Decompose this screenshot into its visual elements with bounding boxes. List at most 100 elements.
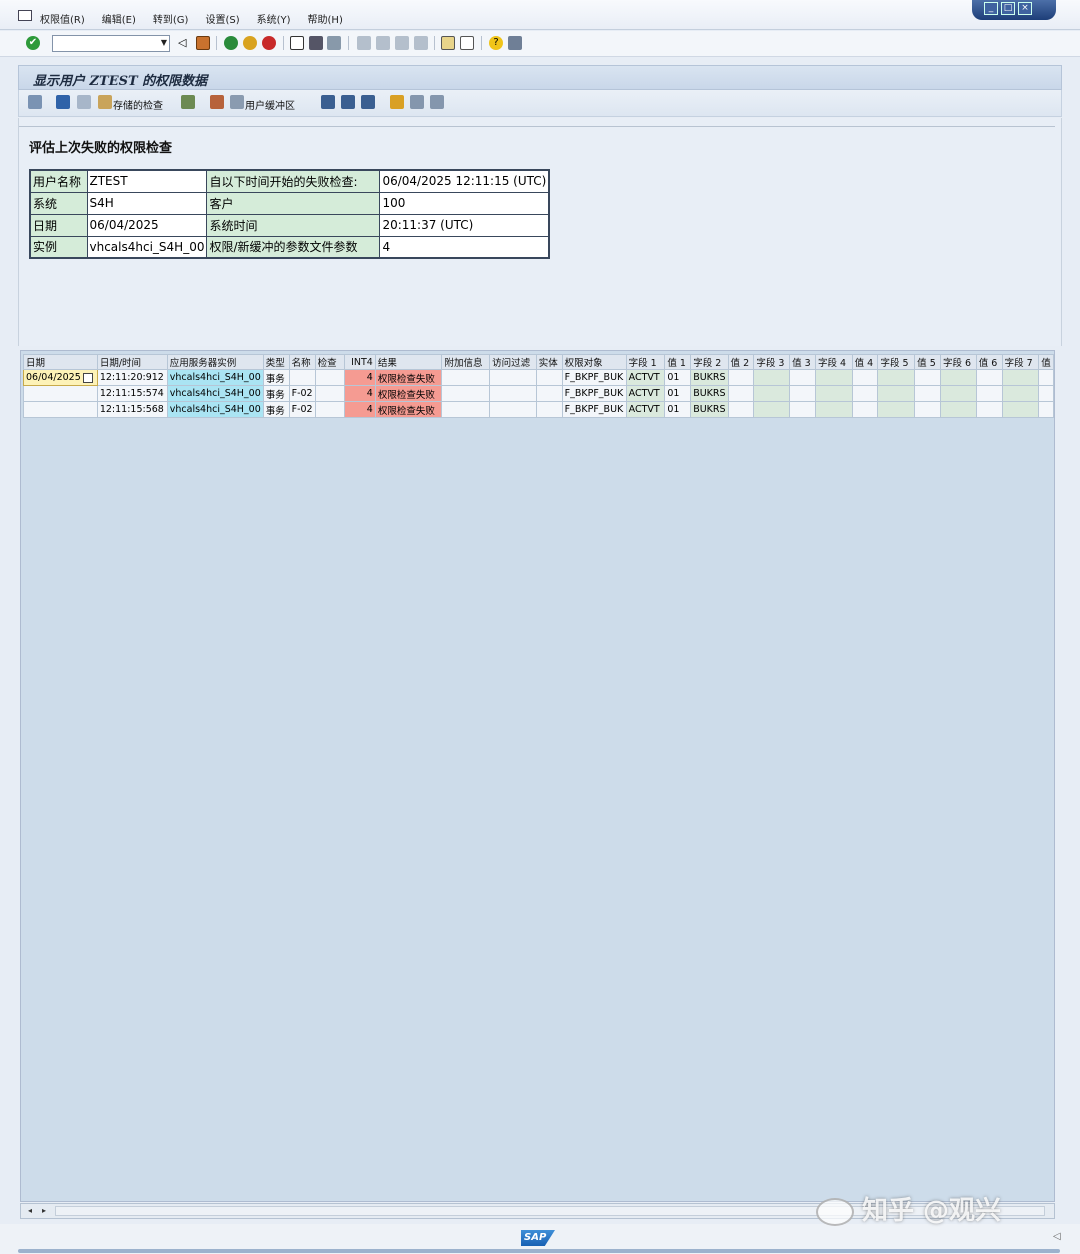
column-header[interactable]: 值 [1038,354,1054,370]
find-icon[interactable] [309,36,323,50]
field6-cell[interactable] [939,385,977,402]
column-header[interactable]: 值 4 [851,354,879,370]
user-buffer-button[interactable]: 用户缓冲区 [245,97,295,112]
field6-cell[interactable] [939,369,977,386]
close-window-button[interactable]: × [1018,2,1032,15]
int4-cell[interactable]: 4 [344,385,376,402]
chevron-down-icon[interactable]: ▼ [161,38,167,47]
filter-cell[interactable] [489,401,537,418]
column-header[interactable]: 字段 7 [1001,354,1040,370]
entity-cell[interactable] [535,385,563,402]
field2-cell[interactable]: BUKRS [690,385,729,402]
filter-icon[interactable] [341,95,355,109]
last-page-icon[interactable] [414,36,428,50]
column-header[interactable]: 检查 [314,354,346,370]
field5-cell[interactable] [877,401,916,418]
extra-cell[interactable] [441,369,491,386]
value4-cell[interactable] [851,369,879,386]
date-cell[interactable]: 06/04/2025 [23,369,98,386]
minimize-button[interactable]: _ [984,2,998,15]
int4-cell[interactable]: 4 [344,401,376,418]
column-header[interactable]: 值 6 [975,354,1003,370]
field4-cell[interactable] [814,385,853,402]
column-header[interactable]: 应用服务器实例 ˄ [166,354,264,370]
column-header[interactable]: 权限对象 [561,354,627,370]
shortcut-icon[interactable] [460,36,474,50]
value3-cell[interactable] [789,385,816,402]
value3-cell[interactable] [789,401,816,418]
object-cell[interactable]: F_BKPF_BUK [561,385,627,402]
value5-cell[interactable] [914,401,941,418]
value3-cell[interactable] [789,369,816,386]
stored-checks-button[interactable]: 存储的检查 [113,97,163,112]
field4-cell[interactable] [814,401,853,418]
filter-cell[interactable] [489,369,537,386]
maximize-button[interactable]: □ [1001,2,1015,15]
menu-authorization-values[interactable]: 权限值(R) [40,11,85,26]
new-session-icon[interactable] [441,36,455,50]
menu-edit[interactable]: 编辑(E) [102,11,136,26]
column-header[interactable]: 字段 6 [939,354,977,370]
help-icon[interactable]: ? [489,36,503,50]
type-cell[interactable]: 事务 [262,369,290,386]
field7-cell[interactable] [1001,369,1040,386]
scroll-right-icon[interactable]: ▸ [37,1205,51,1217]
field5-cell[interactable] [877,369,916,386]
date-cell[interactable] [23,401,98,418]
details-icon[interactable] [28,95,42,109]
user-buffer-icon[interactable] [230,95,244,109]
menu-system[interactable]: 系统(Y) [257,11,291,26]
set-filter-icon[interactable] [361,95,375,109]
alv-grid[interactable]: ····· 日期 ˅ 日期/时间 ˅ 应用服务器实例 ˄ 类型 名称 检查 INT4 … [20,350,1055,1202]
column-header[interactable]: 结果 [374,354,443,370]
document-icon[interactable] [210,95,224,109]
datetime-cell[interactable]: 12:11:15:568 [96,401,168,418]
column-header[interactable]: 值 5 [914,354,941,370]
table-row[interactable]: 06/04/2025 12:11:20:912 vhcals4hci_S4H_0… [23,369,1054,386]
field3-cell[interactable] [753,385,791,402]
value1-cell[interactable]: 01 [664,369,692,386]
previous-page-icon[interactable] [376,36,390,50]
check-cell[interactable] [314,401,346,418]
result-cell[interactable]: 权限检查失败 [374,369,443,386]
value2-cell[interactable] [727,401,755,418]
instance-cell[interactable]: vhcals4hci_S4H_00 [166,369,264,386]
choose-layout-icon[interactable] [410,95,424,109]
datetime-cell[interactable]: 12:11:20:912 [96,369,168,386]
extra-cell[interactable] [441,401,491,418]
cancel-icon[interactable] [262,36,276,50]
object-cell[interactable]: F_BKPF_BUK [561,401,627,418]
table-row[interactable]: 12:11:15:574 vhcals4hci_S4H_00 事务 F-02 4… [23,385,1054,402]
value4-cell[interactable] [851,385,879,402]
exit-icon[interactable] [243,36,257,50]
extra-cell[interactable] [441,385,491,402]
result-cell[interactable]: 权限检查失败 [374,401,443,418]
back-icon[interactable] [224,36,238,50]
filter-cell[interactable] [489,385,537,402]
column-header[interactable]: 字段 3 [753,354,791,370]
customize-layout-icon[interactable] [508,36,522,50]
date-cell[interactable] [23,385,98,402]
column-header[interactable]: 名称 [288,354,316,370]
status-expand-icon[interactable]: ◁ [1053,1231,1061,1242]
check-cell[interactable] [314,369,346,386]
field3-cell[interactable] [753,369,791,386]
name-cell[interactable]: F-02 [288,385,316,402]
value5-cell[interactable] [914,385,941,402]
field2-cell[interactable]: BUKRS [690,369,729,386]
value5-cell[interactable] [914,369,941,386]
field7-cell[interactable] [1001,385,1040,402]
command-field[interactable]: ▼ [52,35,170,52]
check-cell[interactable] [314,385,346,402]
value7-cell[interactable] [1038,401,1054,418]
type-cell[interactable]: 事务 [262,401,290,418]
field7-cell[interactable] [1001,401,1040,418]
value2-cell[interactable] [727,385,755,402]
column-header[interactable]: 实体 [535,354,563,370]
field5-cell[interactable] [877,385,916,402]
column-header[interactable]: 字段 2 [690,354,729,370]
menu-system-icon[interactable] [18,10,32,21]
field4-cell[interactable] [814,369,853,386]
column-header[interactable]: 字段 5 [877,354,916,370]
value2-cell[interactable] [727,369,755,386]
